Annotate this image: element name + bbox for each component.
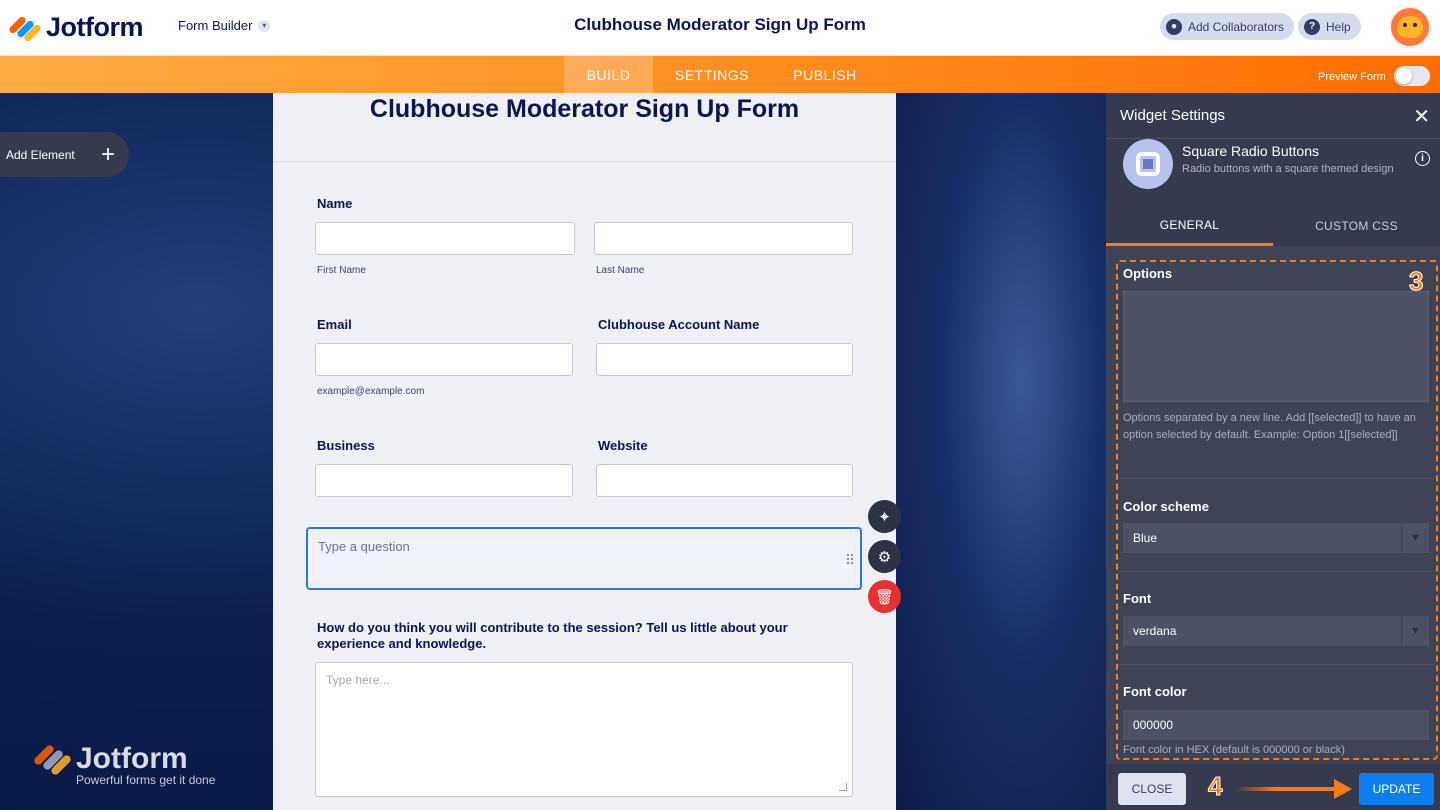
canvas-background-right xyxy=(896,93,1106,810)
square-radio-icon xyxy=(1123,139,1173,189)
avatar[interactable] xyxy=(1389,6,1431,48)
business-input[interactable] xyxy=(315,464,573,497)
add-element-label: Add Element xyxy=(6,147,75,162)
jotform-watermark: Jotform xyxy=(32,742,188,777)
contribute-label: How do you think you will contribute to … xyxy=(317,620,788,651)
options-help: Options separated by a new line. Add [[s… xyxy=(1123,412,1416,441)
website-input[interactable] xyxy=(596,464,853,497)
step-4-annotation: 4 xyxy=(1207,771,1223,802)
add-collaborators-button[interactable]: ● Add Collaborators xyxy=(1160,13,1295,40)
color-scheme-value: Blue xyxy=(1133,531,1158,545)
arrow-annotation-line xyxy=(1236,787,1336,791)
first-name-sublabel: First Name xyxy=(317,265,366,276)
drag-handle-icon[interactable] xyxy=(846,553,854,565)
form-divider xyxy=(273,161,896,162)
watermark-tagline: Powerful forms get it done xyxy=(76,773,216,787)
step-3-annotation: 3 xyxy=(1408,266,1424,297)
tab-custom-css[interactable]: CUSTOM CSS xyxy=(1273,206,1440,246)
add-element-button[interactable]: Add Element + xyxy=(0,132,129,177)
selected-question-field[interactable]: Type a question xyxy=(306,527,862,590)
field-settings-button[interactable]: ⚙ xyxy=(868,540,901,573)
arrow-right-icon xyxy=(1334,779,1352,799)
tab-general[interactable]: GENERAL xyxy=(1106,206,1273,246)
widget-info: Square Radio Buttons Radio buttons with … xyxy=(1106,139,1440,206)
last-name-sublabel: Last Name xyxy=(596,265,645,276)
add-collaborators-label: Add Collaborators xyxy=(1188,19,1285,34)
tab-publish[interactable]: PUBLISH xyxy=(776,56,874,93)
widget-name: Square Radio Buttons xyxy=(1182,143,1319,159)
email-sublabel: example@example.com xyxy=(317,386,425,397)
resize-grip-icon[interactable] xyxy=(839,783,847,791)
last-name-input[interactable] xyxy=(594,222,853,255)
avatar-icon xyxy=(1397,16,1423,38)
close-button[interactable]: CLOSE xyxy=(1118,773,1186,805)
wand-icon: ✦ xyxy=(878,508,891,526)
question-placeholder[interactable]: Type a question xyxy=(318,539,410,554)
business-label: Business xyxy=(317,438,375,453)
close-icon[interactable]: ✕ xyxy=(1413,104,1430,129)
info-icon[interactable]: i xyxy=(1415,151,1430,166)
tab-settings[interactable]: SETTINGS xyxy=(660,56,764,93)
help-label: Help xyxy=(1326,19,1351,34)
wand-button[interactable]: ✦ xyxy=(868,500,901,533)
select-arrow-icon: ▼ xyxy=(1401,616,1429,646)
email-input[interactable] xyxy=(315,343,573,376)
clubhouse-account-input[interactable] xyxy=(596,343,853,376)
builder-nav: BUILD SETTINGS PUBLISH Preview Form xyxy=(0,56,1440,93)
widget-settings-panel: Widget Settings ✕ Square Radio Buttons R… xyxy=(1106,93,1440,810)
top-header: Jotform Form Builder ▾ Clubhouse Moderat… xyxy=(0,0,1440,56)
font-select[interactable]: verdana ▼ xyxy=(1123,616,1429,646)
font-color-help: Font color in HEX (default is 000000 or … xyxy=(1123,744,1345,756)
contribute-textarea[interactable]: Type here... xyxy=(315,662,853,797)
name-label: Name xyxy=(317,196,353,211)
gear-icon: ⚙ xyxy=(877,548,892,566)
email-label: Email xyxy=(317,317,352,332)
website-label: Website xyxy=(598,438,648,453)
widget-description: Radio buttons with a square themed desig… xyxy=(1182,163,1394,175)
panel-tabs: GENERAL CUSTOM CSS xyxy=(1106,206,1440,246)
select-arrow-icon: ▼ xyxy=(1401,523,1429,553)
form-heading[interactable]: Clubhouse Moderator Sign Up Form xyxy=(273,95,896,124)
trash-icon: 🗑 xyxy=(874,588,895,606)
plus-icon: + xyxy=(100,141,115,168)
clubhouse-account-label: Clubhouse Account Name xyxy=(598,317,760,332)
jotform-watermark-icon xyxy=(32,743,73,777)
tab-build[interactable]: BUILD xyxy=(564,56,653,93)
panel-header: Widget Settings ✕ xyxy=(1106,93,1440,139)
user-icon: ● xyxy=(1166,18,1182,35)
preview-form-toggle[interactable]: Preview Form xyxy=(1318,66,1430,87)
delete-field-button[interactable]: 🗑 xyxy=(868,580,901,613)
toggle-switch[interactable] xyxy=(1393,66,1430,86)
textarea-placeholder: Type here... xyxy=(326,673,390,687)
preview-form-label: Preview Form xyxy=(1318,71,1386,83)
watermark-text: Jotform xyxy=(76,742,188,775)
panel-title: Widget Settings xyxy=(1120,107,1226,124)
first-name-input[interactable] xyxy=(315,222,575,255)
font-value: verdana xyxy=(1133,624,1177,638)
help-icon: ? xyxy=(1304,18,1320,35)
update-button[interactable]: UPDATE xyxy=(1359,773,1434,805)
options-textarea[interactable] xyxy=(1123,291,1429,402)
font-color-input[interactable]: 000000 xyxy=(1123,710,1429,740)
color-scheme-select[interactable]: Blue ▼ xyxy=(1123,523,1429,553)
help-button[interactable]: ? Help xyxy=(1298,13,1361,40)
